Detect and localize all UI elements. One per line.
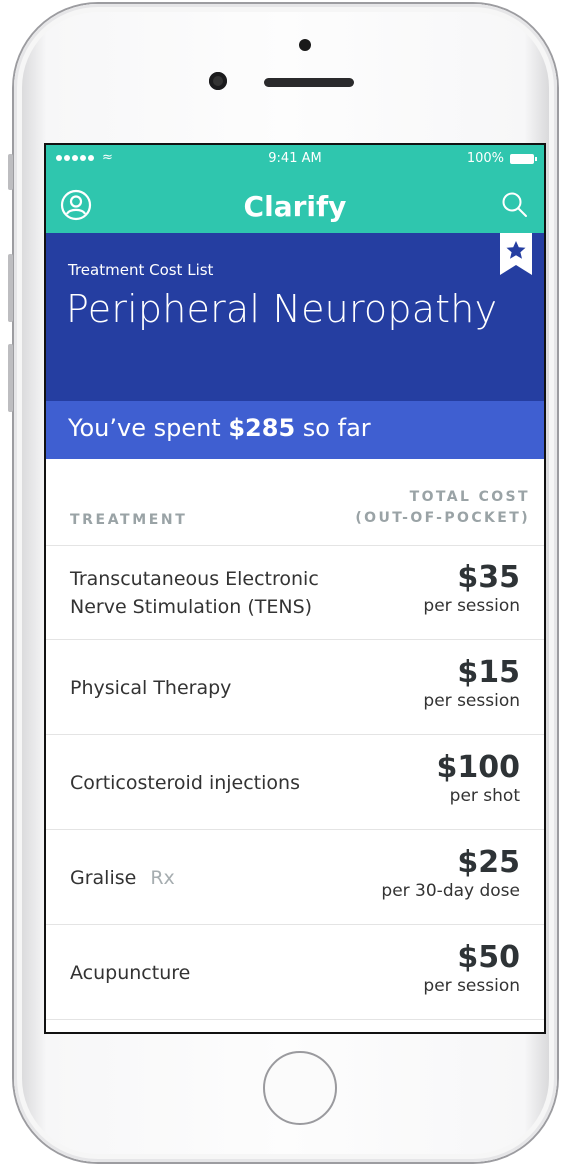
volume-up-button	[8, 254, 13, 322]
volume-down-button	[8, 344, 13, 412]
page-subtitle: Treatment Cost List	[68, 261, 214, 279]
cost-unit: per session	[423, 691, 520, 711]
treatment-name-line1: Transcutaneous Electronic	[70, 568, 319, 590]
bookmark-star-icon[interactable]	[500, 233, 532, 275]
battery-percent: 100%	[466, 151, 504, 166]
phone-screen: ≈ 9:41 AM 100% Clarify Treatment Cost Li…	[44, 143, 546, 1034]
treatment-name: Transcutaneous Electronic Nerve Stimulat…	[70, 565, 319, 621]
mute-switch	[8, 154, 13, 190]
battery-icon	[510, 154, 537, 164]
front-camera	[209, 72, 227, 90]
top-bar: ≈ 9:41 AM 100% Clarify	[46, 145, 544, 233]
cost-price: $100	[436, 750, 521, 785]
treatment-cost: $25 per 30-day dose	[381, 846, 520, 902]
cost-price: $50	[457, 940, 520, 975]
table-row[interactable]: Gralise Rx $25 per 30-day dose	[46, 830, 544, 925]
cost-unit: per session	[423, 596, 520, 616]
cost-unit: per session	[423, 976, 520, 996]
column-treatment: TREATMENT	[70, 512, 188, 528]
treatment-name: Acupuncture	[70, 962, 191, 984]
cost-unit: per 30-day dose	[381, 881, 520, 901]
proximity-sensor	[299, 39, 311, 51]
search-icon[interactable]	[500, 190, 530, 220]
treatment-name: Corticosteroid injections	[70, 772, 300, 794]
column-total-cost-line2: (OUT-OF-POCKET)	[355, 510, 530, 526]
cost-price: $35	[457, 560, 520, 595]
table-header: TREATMENT TOTAL COST (OUT-OF-POCKET)	[46, 459, 544, 546]
app-title: Clarify	[243, 190, 347, 223]
column-total-cost: TOTAL COST (OUT-OF-POCKET)	[355, 487, 530, 529]
treatment-name: Physical Therapy	[70, 677, 232, 699]
home-button[interactable]	[263, 1051, 337, 1125]
spent-amount: $285	[228, 414, 296, 442]
treatment-name-line2: Nerve Stimulation (TENS)	[70, 596, 313, 618]
table-row[interactable]: Physical Therapy $15 per session	[46, 640, 544, 735]
table-row[interactable]: Acupuncture $50 per session	[46, 925, 544, 1020]
treatment-cost: $15 per session	[423, 656, 520, 712]
column-total-cost-line1: TOTAL COST	[409, 489, 530, 505]
spent-banner: You’ve spent $285 so far	[46, 401, 544, 459]
treatment-name: Gralise Rx	[70, 864, 175, 892]
cost-price: $25	[457, 845, 520, 880]
app-screen: ≈ 9:41 AM 100% Clarify Treatment Cost Li…	[46, 145, 544, 1032]
treatment-cost: $35 per session	[423, 561, 520, 617]
cost-unit: per shot	[449, 786, 520, 806]
treatment-cost: $100 per shot	[437, 751, 521, 807]
table-row[interactable]: Corticosteroid injections $100 per shot	[46, 735, 544, 830]
status-bar: ≈ 9:41 AM 100%	[46, 145, 544, 173]
spent-suffix: so far	[302, 414, 371, 442]
table-row[interactable]: Transcutaneous Electronic Nerve Stimulat…	[46, 545, 544, 640]
spent-prefix: You’ve spent	[68, 414, 221, 442]
treatment-cost: $50 per session	[423, 941, 520, 997]
rx-badge: Rx	[150, 867, 175, 889]
treatment-name-text: Gralise	[70, 867, 137, 889]
page-title: Peripheral Neuropathy	[66, 287, 498, 331]
earpiece-speaker	[264, 78, 354, 87]
page-header: Treatment Cost List Peripheral Neuropath…	[46, 233, 544, 401]
cost-price: $15	[457, 655, 520, 690]
